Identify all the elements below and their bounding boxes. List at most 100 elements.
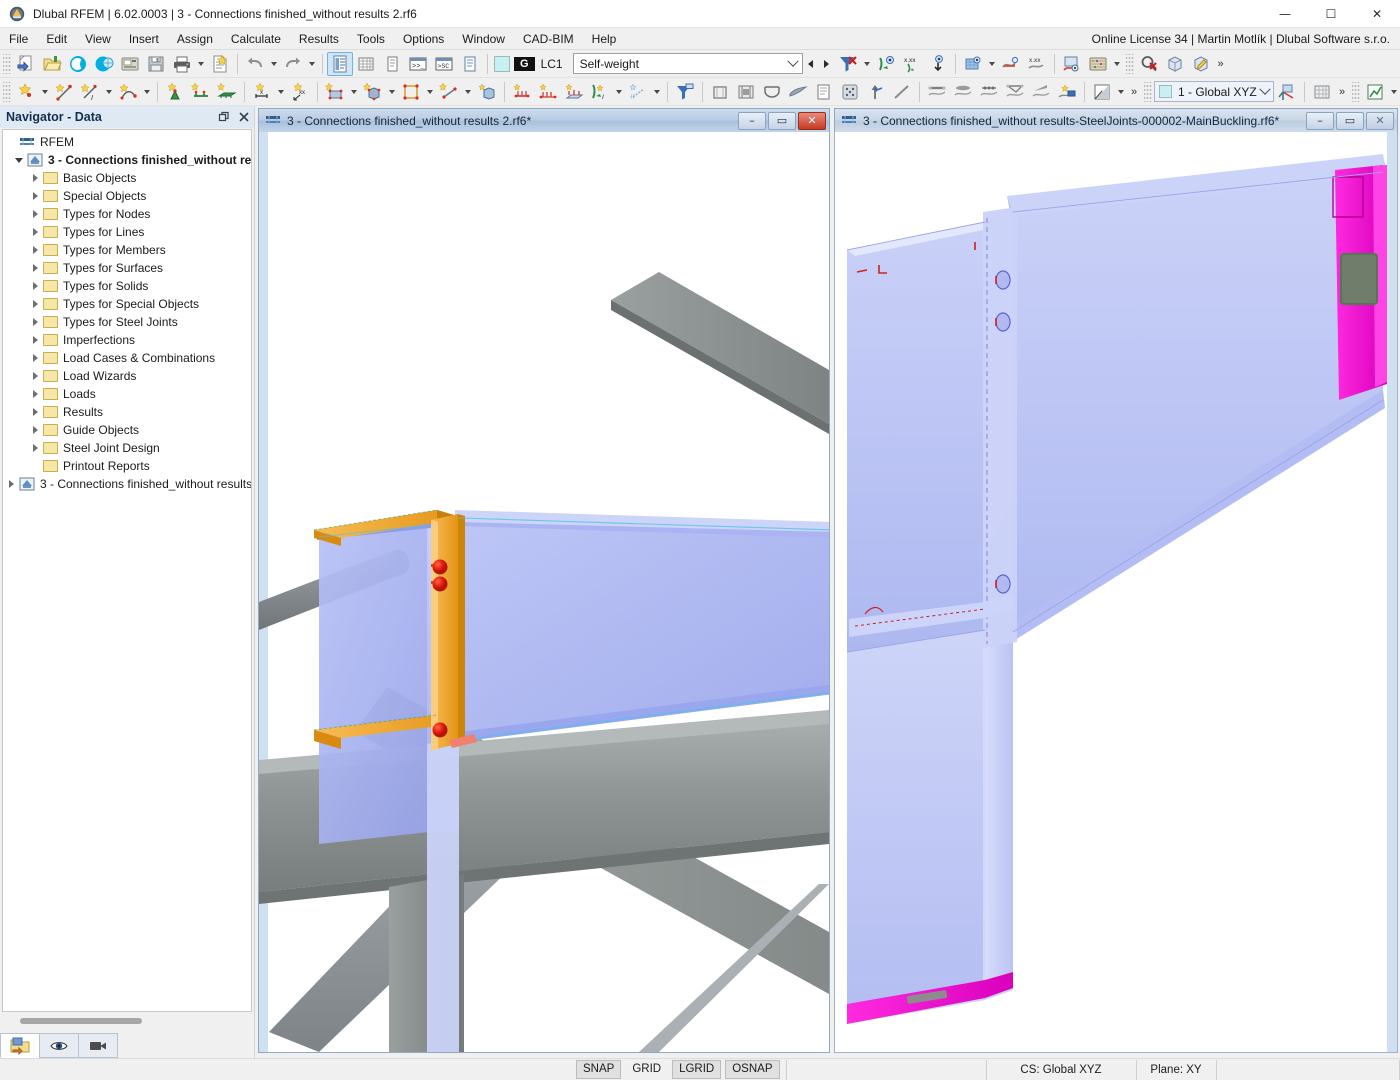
insert-free-load-button[interactable]: I xyxy=(587,80,613,104)
status-plane[interactable]: Plane: XY xyxy=(1137,1060,1217,1080)
tree-item-basic-objects[interactable]: Basic Objects xyxy=(3,169,251,187)
navigator-panel-button[interactable] xyxy=(327,52,353,76)
tree-item-load-wizards[interactable]: Load Wizards xyxy=(3,367,251,385)
view-section-button[interactable] xyxy=(707,80,733,104)
chart-tools-button[interactable] xyxy=(1362,80,1388,104)
print-button[interactable] xyxy=(169,52,195,76)
selection-filter-button[interactable] xyxy=(672,80,698,104)
tree-item-types-for-special-objects[interactable]: Types for Special Objects xyxy=(3,295,251,313)
view-3d-box-button[interactable] xyxy=(837,80,863,104)
expand-toggle[interactable] xyxy=(27,241,43,259)
result-member-stress-button[interactable] xyxy=(1028,80,1054,104)
menu-item-results[interactable]: Results xyxy=(290,28,348,50)
expand-toggle[interactable] xyxy=(27,295,43,313)
insert-solid-dropdown-arrow[interactable] xyxy=(386,80,398,104)
expand-toggle[interactable] xyxy=(27,313,43,331)
redo-button[interactable] xyxy=(280,52,306,76)
chart-tools-dropdown-arrow[interactable] xyxy=(1388,80,1400,104)
result-member-axial-button[interactable] xyxy=(924,80,950,104)
menu-item-insert[interactable]: Insert xyxy=(120,28,168,50)
script-console-button[interactable]: >SC xyxy=(431,52,457,76)
expand-toggle[interactable] xyxy=(27,205,43,223)
insert-imperfection-dropdown-arrow[interactable] xyxy=(651,80,663,104)
insert-coordinates-button[interactable]: xx xyxy=(287,80,313,104)
insert-line-load-button[interactable] xyxy=(535,80,561,104)
calculate-button[interactable] xyxy=(1085,52,1111,76)
expand-toggle[interactable] xyxy=(27,403,43,421)
result-settings-button[interactable] xyxy=(1054,80,1080,104)
expand-toggle[interactable] xyxy=(3,475,19,493)
model-window-2-maximize[interactable]: ▭ xyxy=(1336,112,1364,130)
new-model-button[interactable] xyxy=(13,52,39,76)
expand-toggle[interactable] xyxy=(11,151,27,169)
tree-item-special-objects[interactable]: Special Objects xyxy=(3,187,251,205)
undo-button[interactable] xyxy=(242,52,268,76)
printout-report-button[interactable] xyxy=(207,52,233,76)
result-member-moment-button[interactable] xyxy=(976,80,1002,104)
view-deformation-button[interactable] xyxy=(759,80,785,104)
tree-item-types-for-surfaces[interactable]: Types for Surfaces xyxy=(3,259,251,277)
navigator-tree[interactable]: RFEM 3 - Connections finished_without re… xyxy=(2,129,252,1012)
info-panel-button[interactable] xyxy=(457,52,483,76)
tree-root-rfem[interactable]: RFEM xyxy=(3,133,251,151)
model-window-1-viewport[interactable] xyxy=(258,132,830,1053)
insert-surface-support-button[interactable] xyxy=(214,80,240,104)
next-load-case-button[interactable] xyxy=(819,53,835,75)
toolbar-grip[interactable] xyxy=(1144,82,1152,102)
tree-item-load-cases-combinations[interactable]: Load Cases & Combinations xyxy=(3,349,251,367)
chevron-down-icon[interactable] xyxy=(1257,88,1273,96)
toolbar-grip[interactable] xyxy=(1126,54,1134,74)
cloud-connect-button[interactable] xyxy=(65,52,91,76)
tree-item-model-1[interactable]: 3 - Connections finished_without results xyxy=(3,151,251,169)
menu-item-cad-bim[interactable]: CAD-BIM xyxy=(514,28,583,50)
expand-toggle[interactable] xyxy=(27,385,43,403)
tree-item-types-for-nodes[interactable]: Types for Nodes xyxy=(3,205,251,223)
cs-origin-button[interactable] xyxy=(1274,80,1300,104)
insert-rigid-link-button[interactable] xyxy=(436,80,462,104)
tree-item-guide-objects[interactable]: Guide Objects xyxy=(3,421,251,439)
expand-toggle[interactable] xyxy=(27,367,43,385)
tree-item-results[interactable]: Results xyxy=(3,403,251,421)
insert-surface-button[interactable] xyxy=(322,80,348,104)
insert-imperfection-button[interactable] xyxy=(625,80,651,104)
expand-toggle[interactable] xyxy=(27,421,43,439)
insert-nodal-support-button[interactable] xyxy=(162,80,188,104)
expand-toggle[interactable] xyxy=(27,331,43,349)
viewport-3d-connection-detail[interactable] xyxy=(259,132,829,1052)
insert-line-button[interactable] xyxy=(51,80,77,104)
model-window-2-close[interactable]: ✕ xyxy=(1366,112,1394,130)
maximize-button[interactable]: ☐ xyxy=(1308,0,1354,28)
model-window-2-titlebar[interactable]: 3 - Connections finished_without results… xyxy=(834,108,1398,132)
show-loads-button[interactable] xyxy=(873,52,899,76)
open-model-button[interactable] xyxy=(39,52,65,76)
navigator-tab-views[interactable] xyxy=(78,1033,118,1058)
show-values-button[interactable]: x.xx xyxy=(899,52,925,76)
insert-dimension-dropdown-arrow[interactable] xyxy=(275,80,287,104)
tree-item-printout-reports[interactable]: Printout Reports xyxy=(3,457,251,475)
menu-item-calculate[interactable]: Calculate xyxy=(222,28,290,50)
expand-toggle[interactable] xyxy=(27,187,43,205)
command-line-button[interactable]: >>_ xyxy=(405,52,431,76)
insert-line-dimension-button[interactable]: I xyxy=(77,80,103,104)
navigator-tab-display[interactable] xyxy=(39,1033,79,1058)
model-window-1-minimize[interactable]: – xyxy=(738,112,766,130)
redo-dropdown-arrow[interactable] xyxy=(306,52,318,76)
tree-item-imperfections[interactable]: Imperfections xyxy=(3,331,251,349)
load-direction-button[interactable] xyxy=(925,52,951,76)
expand-toggle[interactable] xyxy=(27,349,43,367)
restore-icon[interactable] xyxy=(214,107,234,127)
result-member-deflection-button[interactable] xyxy=(1002,80,1028,104)
toolbar-grip[interactable] xyxy=(3,54,11,74)
tree-item-types-for-solids[interactable]: Types for Solids xyxy=(3,277,251,295)
grid-toggle[interactable]: GRID xyxy=(625,1060,668,1079)
model-window-1-titlebar[interactable]: 3 - Connections finished_without results… xyxy=(258,108,830,132)
insert-opening-button[interactable] xyxy=(398,80,424,104)
calculate-dropdown-arrow[interactable] xyxy=(1111,52,1123,76)
menu-item-help[interactable]: Help xyxy=(583,28,626,50)
insert-surface-load-button[interactable] xyxy=(561,80,587,104)
toolbar-overflow-button[interactable]: » xyxy=(1127,80,1141,104)
expand-toggle[interactable] xyxy=(27,169,43,187)
expand-toggle[interactable] xyxy=(27,439,43,457)
tree-item-loads[interactable]: Loads xyxy=(3,385,251,403)
minimize-button[interactable]: — xyxy=(1262,0,1308,28)
